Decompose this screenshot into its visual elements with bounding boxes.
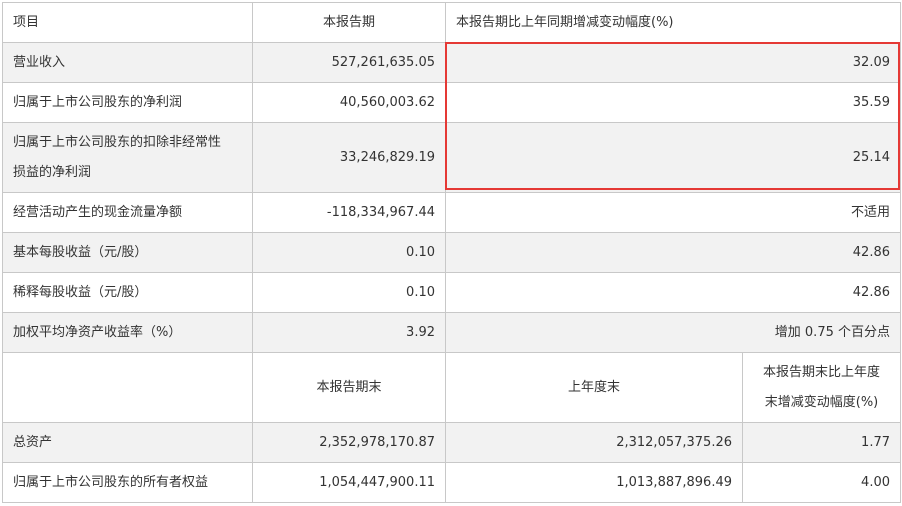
row-label: 归属于上市公司股东的所有者权益 [2, 462, 253, 503]
subheader-prev-year-end: 上年度末 [445, 352, 743, 423]
row-change: 42.86 [445, 272, 901, 313]
row-label-line: 归属于上市公司股东的扣除非经常性 [13, 134, 222, 150]
row-change: 增加 0.75 个百分点 [445, 312, 901, 353]
row-value: -118,334,967.44 [252, 192, 446, 233]
row-label: 总资产 [2, 422, 253, 463]
row-label: 经营活动产生的现金流量净额 [2, 192, 253, 233]
row-value: 33,246,829.19 [252, 122, 446, 193]
row-change: 1.77 [742, 422, 901, 463]
header-change: 本报告期比上年同期增减变动幅度(%) [445, 2, 901, 43]
row-change: 42.86 [445, 232, 901, 273]
table-row: 归属于上市公司股东的净利润 40,560,003.62 35.59 [2, 82, 901, 123]
row-value: 40,560,003.62 [252, 82, 446, 123]
header-current-period: 本报告期 [252, 2, 446, 43]
table-subheader-row: 本报告期末 上年度末 本报告期末比上年度 末增减变动幅度(%) [2, 352, 901, 423]
row-change: 32.09 [445, 42, 901, 83]
row-label: 归属于上市公司股东的净利润 [2, 82, 253, 123]
row-value: 527,261,635.05 [252, 42, 446, 83]
table-header-row: 项目 本报告期 本报告期比上年同期增减变动幅度(%) [2, 2, 901, 43]
row-period-end: 1,054,447,900.11 [252, 462, 446, 503]
financial-data-table: 项目 本报告期 本报告期比上年同期增减变动幅度(%) 营业收入 527,261,… [2, 2, 901, 503]
row-value: 0.10 [252, 232, 446, 273]
table-row: 基本每股收益（元/股） 0.10 42.86 [2, 232, 901, 273]
table-row: 归属于上市公司股东的所有者权益 1,054,447,900.11 1,013,8… [2, 462, 901, 503]
subheader-change: 本报告期末比上年度 末增减变动幅度(%) [742, 352, 901, 423]
row-label-line: 损益的净利润 [13, 164, 92, 180]
row-change: 不适用 [445, 192, 901, 233]
table-row: 营业收入 527,261,635.05 32.09 [2, 42, 901, 83]
row-label: 基本每股收益（元/股） [2, 232, 253, 273]
table-row: 总资产 2,352,978,170.87 2,312,057,375.26 1.… [2, 422, 901, 463]
subheader-change-line: 本报告期末比上年度 [762, 364, 880, 380]
row-value: 3.92 [252, 312, 446, 353]
table-row: 经营活动产生的现金流量净额 -118,334,967.44 不适用 [2, 192, 901, 233]
row-prev-year-end: 2,312,057,375.26 [445, 422, 743, 463]
subheader-change-line: 末增减变动幅度(%) [764, 394, 879, 410]
table-row: 归属于上市公司股东的扣除非经常性 损益的净利润 33,246,829.19 25… [2, 122, 901, 193]
row-label: 稀释每股收益（元/股） [2, 272, 253, 313]
table-row: 稀释每股收益（元/股） 0.10 42.86 [2, 272, 901, 313]
row-prev-year-end: 1,013,887,896.49 [445, 462, 743, 503]
row-change: 35.59 [445, 82, 901, 123]
row-label: 营业收入 [2, 42, 253, 83]
row-period-end: 2,352,978,170.87 [252, 422, 446, 463]
header-item: 项目 [2, 2, 253, 43]
table-row: 加权平均净资产收益率（%） 3.92 增加 0.75 个百分点 [2, 312, 901, 353]
row-label: 加权平均净资产收益率（%） [2, 312, 253, 353]
subheader-period-end: 本报告期末 [252, 352, 446, 423]
row-value: 0.10 [252, 272, 446, 313]
row-label: 归属于上市公司股东的扣除非经常性 损益的净利润 [2, 122, 253, 193]
subheader-empty [2, 352, 253, 423]
row-change: 25.14 [445, 122, 901, 193]
row-change: 4.00 [742, 462, 901, 503]
